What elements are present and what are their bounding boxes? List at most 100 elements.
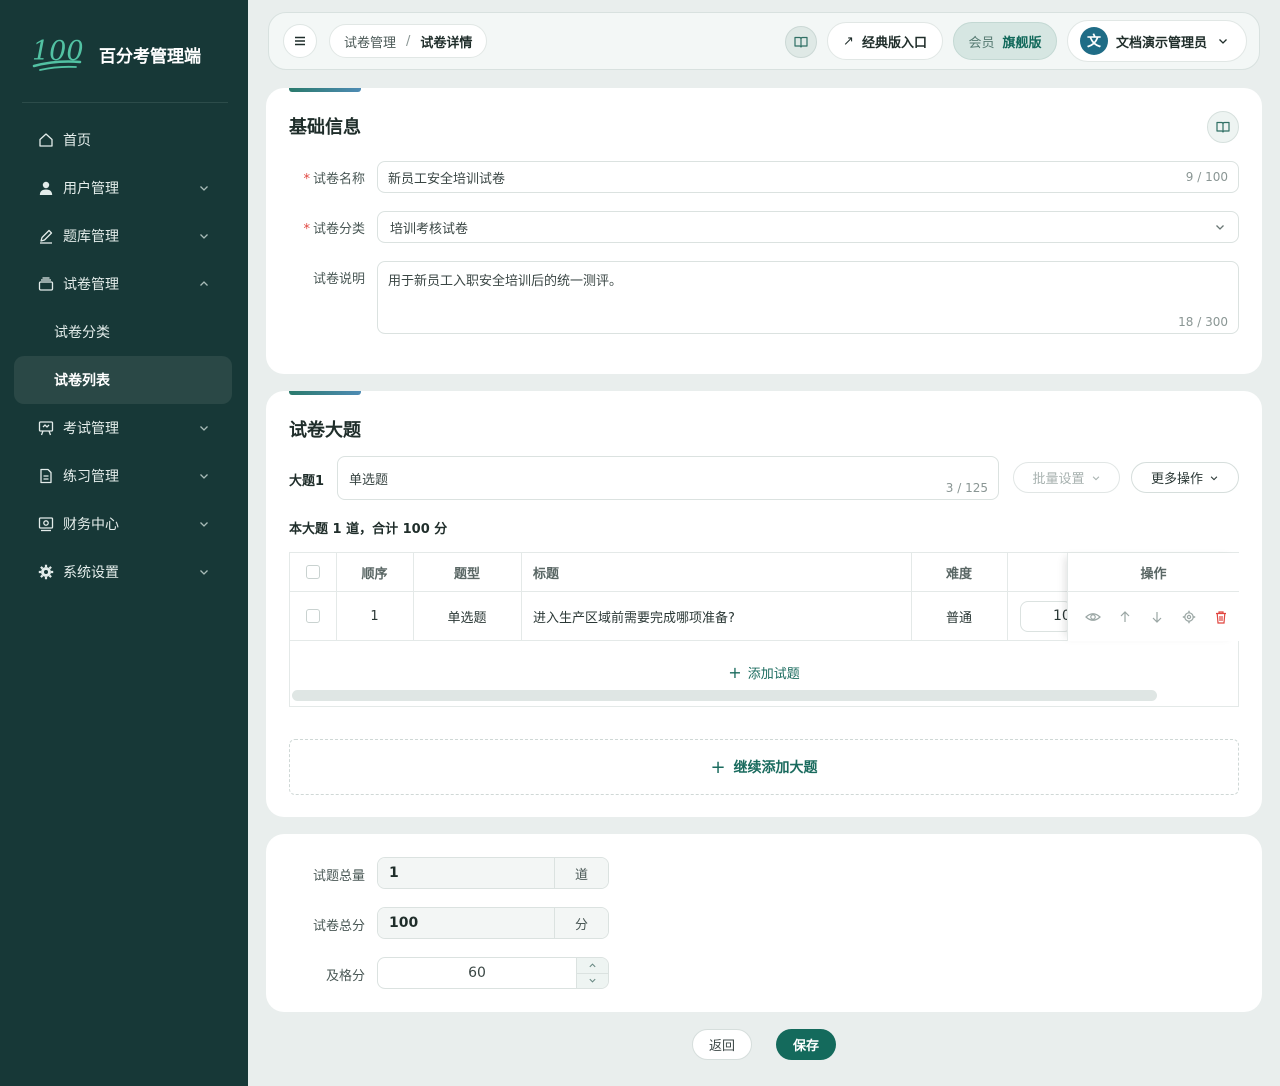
sidebar-item-papers[interactable]: 试卷管理 bbox=[14, 260, 232, 308]
paper-name-label: * 试卷名称 bbox=[266, 168, 365, 187]
batch-settings-label: 批量设置 bbox=[1032, 472, 1085, 487]
decrement-button[interactable] bbox=[577, 974, 608, 989]
trash-icon[interactable] bbox=[1212, 608, 1230, 626]
vip-label: 会员 bbox=[968, 35, 995, 51]
home-icon bbox=[38, 132, 54, 148]
sidebar-item-home[interactable]: 首页 bbox=[14, 116, 232, 164]
sidebar-menu: 首页 用户管理 题库管理 试卷管理 试卷分类 试卷列表 考试管理 练习管理 财务… bbox=[14, 116, 232, 596]
question-count-value: 1 bbox=[378, 858, 554, 888]
section-name-input[interactable]: 单选题 3 / 125 bbox=[337, 456, 999, 500]
table-header-difficulty: 难度 bbox=[911, 553, 1007, 592]
basic-info-title: 基础信息 bbox=[289, 117, 361, 138]
help-button[interactable] bbox=[1207, 111, 1239, 143]
sidebar-item-practice[interactable]: 练习管理 bbox=[14, 452, 232, 500]
eye-icon[interactable] bbox=[1084, 608, 1102, 626]
chevron-down-icon bbox=[200, 522, 208, 527]
horizontal-scrollbar[interactable] bbox=[292, 690, 1157, 701]
vip-badge[interactable]: 会员 旗舰版 bbox=[953, 22, 1057, 60]
logo-mark-icon: 100 bbox=[32, 36, 84, 71]
char-counter: 3 / 125 bbox=[945, 481, 988, 495]
add-section-label: 继续添加大题 bbox=[733, 760, 818, 776]
sidebar-item-paper-category[interactable]: 试卷分类 bbox=[14, 308, 232, 356]
sidebar-item-label: 试卷分类 bbox=[54, 325, 110, 341]
breadcrumb-item[interactable]: 试卷管理 bbox=[344, 32, 396, 51]
sidebar-item-settings[interactable]: 系统设置 bbox=[14, 548, 232, 596]
gear-icon[interactable] bbox=[1180, 608, 1198, 626]
table-row-difficulty: 普通 bbox=[911, 592, 1007, 641]
table-row-type: 单选题 bbox=[413, 592, 521, 641]
plus-icon: + bbox=[710, 756, 726, 778]
question-count-unit: 道 bbox=[554, 858, 608, 888]
char-counter: 9 / 100 bbox=[1185, 170, 1228, 184]
section-summary: 本大题 1 道，合计 100 分 bbox=[289, 522, 448, 537]
sidebar-item-paper-list[interactable]: 试卷列表 bbox=[14, 356, 232, 404]
presentation-icon bbox=[38, 420, 54, 436]
table-header-order: 顺序 bbox=[336, 553, 413, 592]
basic-info-card: 基础信息 * 试卷名称 新员工安全培训试卷 9 / 100 * 试卷分类 培训考核试… bbox=[266, 88, 1262, 374]
paper-name-input[interactable]: 新员工安全培训试卷 9 / 100 bbox=[377, 161, 1239, 193]
total-score-unit: 分 bbox=[554, 908, 608, 938]
paper-category-label-text: 试卷分类 bbox=[312, 222, 365, 237]
back-button[interactable]: 返回 bbox=[692, 1029, 752, 1060]
book-icon bbox=[794, 36, 808, 48]
row-checkbox[interactable] bbox=[306, 609, 320, 623]
sidebar-item-finance[interactable]: 财务中心 bbox=[14, 500, 232, 548]
sidebar-item-label: 考试管理 bbox=[63, 421, 119, 437]
select-all-checkbox[interactable] bbox=[306, 565, 320, 579]
sidebar-item-question-bank[interactable]: 题库管理 bbox=[14, 212, 232, 260]
sidebar-item-label: 首页 bbox=[63, 133, 91, 149]
avatar: 文 bbox=[1080, 27, 1108, 55]
batch-settings-button[interactable]: 批量设置 bbox=[1013, 462, 1120, 493]
top-bar: 试卷管理 / 试卷详情 ↗ 经典版入口 会员 旗舰版 文 文档演示管理员 bbox=[268, 12, 1260, 70]
paper-category-select[interactable]: 培训考核试卷 bbox=[377, 211, 1239, 243]
paper-desc-label: 试卷说明 bbox=[312, 272, 365, 287]
question-count-label: 试题总量 bbox=[312, 869, 365, 884]
sidebar-item-exams[interactable]: 考试管理 bbox=[14, 404, 232, 452]
card-accent bbox=[289, 391, 361, 395]
operations-column: 操作 bbox=[1067, 553, 1239, 641]
user-menu[interactable]: 文 文档演示管理员 bbox=[1067, 20, 1247, 62]
totals-card: 试题总量 1 道 试卷总分 100 分 及格分 60 bbox=[266, 834, 1262, 1012]
chevron-down-icon bbox=[589, 979, 596, 983]
increment-button[interactable] bbox=[577, 958, 608, 974]
logo[interactable]: 100 百分考管理端 bbox=[30, 34, 201, 74]
paper-desc-textarea[interactable]: 用于新员工入职安全培训后的统一测评。 18 / 300 bbox=[377, 261, 1239, 334]
docs-button[interactable] bbox=[785, 26, 817, 58]
chevron-down-icon bbox=[200, 234, 208, 239]
table-header-select bbox=[290, 553, 336, 592]
table-header-title: 标题 bbox=[521, 553, 911, 592]
save-button[interactable]: 保存 bbox=[776, 1029, 836, 1060]
arrow-down-icon[interactable] bbox=[1148, 608, 1166, 626]
table-row-score: 10 bbox=[1007, 592, 1067, 641]
finance-icon bbox=[38, 516, 54, 532]
chevron-up-icon bbox=[589, 963, 596, 967]
paper-category-value: 培训考核试卷 bbox=[390, 221, 469, 237]
more-actions-button[interactable]: 更多操作 bbox=[1131, 462, 1239, 493]
chevron-up-icon bbox=[200, 281, 208, 286]
add-section-button[interactable]: + 继续添加大题 bbox=[289, 739, 1239, 795]
paper-category-label: * 试卷分类 bbox=[266, 218, 365, 237]
pass-score-value[interactable]: 60 bbox=[378, 958, 576, 988]
table-header-ops: 操作 bbox=[1068, 553, 1239, 592]
arrow-up-right-icon: ↗ bbox=[843, 33, 854, 49]
add-question-label: 添加试题 bbox=[747, 667, 800, 682]
chevron-down-icon bbox=[1092, 475, 1099, 480]
classic-entry-button[interactable]: ↗ 经典版入口 bbox=[827, 22, 943, 60]
sidebar-item-label: 用户管理 bbox=[63, 181, 119, 197]
sidebar-item-users[interactable]: 用户管理 bbox=[14, 164, 232, 212]
add-question-button[interactable]: + 添加试题 bbox=[290, 663, 1238, 682]
user-name: 文档演示管理员 bbox=[1116, 35, 1208, 51]
score-input[interactable]: 10 bbox=[1020, 600, 1067, 632]
menu-toggle-button[interactable] bbox=[283, 24, 317, 58]
gear-icon bbox=[38, 564, 54, 580]
paper-desc-value: 用于新员工入职安全培训后的统一测评。 bbox=[388, 274, 623, 289]
paper-name-value: 新员工安全培训试卷 bbox=[388, 171, 506, 187]
sidebar: 100 百分考管理端 首页 用户管理 题库管理 试卷管理 试卷分类 试卷列表 考… bbox=[0, 0, 248, 1086]
arrow-up-icon[interactable] bbox=[1116, 608, 1134, 626]
breadcrumb-current: 试卷详情 bbox=[420, 35, 473, 51]
char-counter: 18 / 300 bbox=[1178, 315, 1228, 329]
book-icon bbox=[1216, 121, 1230, 133]
table-row-select bbox=[290, 592, 336, 641]
pass-score-stepper[interactable]: 60 bbox=[377, 957, 609, 989]
chevron-down-icon bbox=[200, 186, 208, 191]
